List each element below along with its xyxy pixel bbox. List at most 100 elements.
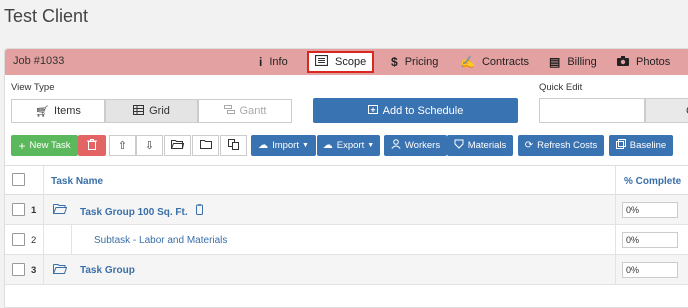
cloud-upload-icon: ☁ [322,140,333,151]
task-name-text: Task Group 100 Sq. Ft. [80,207,188,218]
percent-complete-input[interactable]: 0% [622,232,678,248]
column-divider [71,225,72,255]
job-tab-bar: Job #1033 i Info Scope $ Pricing ✍ Contr… [5,49,688,75]
copy-button[interactable] [220,135,247,156]
tag-icon [454,139,464,152]
new-task-label: New Task [29,140,71,151]
table-row[interactable]: 2 Subtask - Labor and Materials 0% [5,225,688,255]
client-title: Test Client [4,6,89,26]
tab-photos[interactable]: Photos [617,49,670,75]
folder-open-icon [171,139,185,152]
view-grid-button[interactable]: Grid [105,99,198,123]
calendar-plus-icon [367,104,378,117]
job-number: Job #1033 [13,55,65,67]
list-icon [314,54,329,69]
materials-label: Materials [467,140,507,151]
new-task-button[interactable]: + New Task [11,135,78,156]
caret-down-icon: ▼ [302,142,309,149]
arrow-down-icon: ⇩ [144,140,155,152]
import-label: Import [272,140,299,151]
task-name[interactable]: Task Group 100 Sq. Ft. [80,204,204,218]
tab-scope-label: Scope [335,56,367,68]
tab-photos-label: Photos [636,56,671,68]
clipboard-icon[interactable] [196,204,204,218]
camera-icon [617,55,629,69]
receipt-icon: ▤ [549,55,561,69]
baseline-label: Baseline [629,140,667,151]
export-button[interactable]: ☁ Export ▼ [317,135,380,156]
view-type-label: View Type [11,82,55,93]
dollar-icon: $ [391,55,398,69]
column-divider [43,195,44,225]
gantt-icon [223,105,235,117]
refresh-costs-button[interactable]: ⟳ Refresh Costs [518,135,604,156]
workers-button[interactable]: Workers [384,135,447,156]
row-checkbox[interactable] [12,263,25,276]
column-divider [615,195,616,225]
cloud-download-icon: ☁ [258,140,269,151]
table-icon [133,104,145,118]
add-to-schedule-button[interactable]: Add to Schedule [313,98,518,123]
percent-complete-header[interactable]: % Complete [624,176,681,187]
row-number: 1 [31,205,37,216]
cart-icon: 🛒︎ [35,105,50,118]
tab-info-label: Info [269,56,288,68]
tab-info[interactable]: i Info [259,49,288,75]
row-checkbox[interactable] [12,233,25,246]
tab-contracts[interactable]: ✍ Contracts [460,49,529,75]
folder-icon [199,139,212,152]
user-icon [391,139,401,152]
folder-open-icon[interactable] [53,203,68,217]
task-name[interactable]: Task Group [80,265,135,276]
tab-billing-label: Billing [567,56,597,68]
percent-complete-input[interactable]: 0% [622,262,678,278]
table-row[interactable]: 3 Task Group 0% [5,255,688,285]
folder-open-icon[interactable] [53,263,68,277]
subtask-name[interactable]: Subtask - Labor and Materials [94,235,227,246]
percent-complete-input[interactable]: 0% [622,202,678,218]
export-label: Export [336,140,365,151]
delete-button[interactable] [78,135,106,156]
baseline-button[interactable]: Baseline [609,135,673,156]
view-gantt-label: Gantt [239,105,267,117]
quick-edit-input[interactable] [539,98,645,123]
column-divider [615,225,616,255]
column-divider [43,166,44,196]
view-gantt-button[interactable]: Gantt [198,99,292,123]
tab-billing[interactable]: ▤ Billing [549,49,597,75]
tab-pricing[interactable]: $ Pricing [391,49,438,75]
column-divider [615,255,616,285]
open-folder-button[interactable] [164,135,191,156]
tab-scope[interactable]: Scope [307,51,375,73]
quick-edit-button[interactable]: C [645,98,688,123]
info-icon: i [259,55,263,69]
copy-icon [228,138,239,153]
quick-edit-label: Quick Edit [539,82,583,93]
column-divider [43,225,44,255]
select-all-checkbox[interactable] [12,173,25,186]
materials-button[interactable]: Materials [447,135,513,156]
column-divider [615,166,616,196]
workers-label: Workers [404,140,441,151]
import-button[interactable]: ☁ Import ▼ [251,135,316,156]
table-row[interactable]: 1 Task Group 100 Sq. Ft. 0% [5,195,688,225]
view-items-label: Items [54,105,81,117]
move-up-button[interactable]: ⇧ [109,135,136,156]
clone-icon [615,139,626,152]
signature-icon: ✍ [460,55,475,69]
column-divider [43,255,44,285]
tab-contracts-label: Contracts [481,56,530,68]
view-items-button[interactable]: 🛒︎ Items [11,99,105,123]
task-name-header[interactable]: Task Name [51,176,103,187]
add-to-schedule-label: Add to Schedule [382,104,464,117]
plus-icon: + [18,138,26,153]
job-card: Job #1033 i Info Scope $ Pricing ✍ Contr… [4,48,688,308]
new-folder-button[interactable] [192,135,219,156]
grid-header: Task Name % Complete [5,165,688,196]
row-checkbox[interactable] [12,203,25,216]
row-number: 3 [31,265,37,276]
move-down-button[interactable]: ⇩ [136,135,163,156]
row-number: 2 [31,235,37,246]
view-grid-label: Grid [149,105,170,117]
caret-down-icon: ▼ [367,142,375,149]
